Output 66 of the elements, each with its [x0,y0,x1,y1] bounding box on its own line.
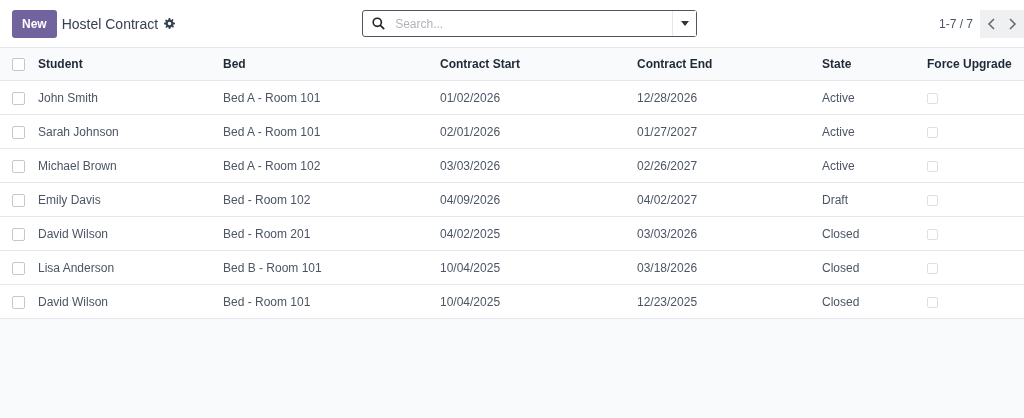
caret-icon [680,21,689,26]
table-cell: 04/02/2025 [440,226,501,241]
new-button[interactable]: New [12,9,57,38]
table-cell: 04/02/2027 [637,192,698,207]
table-cell: Active [822,124,855,139]
table-cell: 03/03/2026 [637,226,698,241]
column-header[interactable]: Contract End [637,57,713,71]
table-cell: Bed - Room 102 [223,192,311,207]
row-checkbox[interactable] [12,193,25,207]
chevron-right-icon [1009,17,1017,30]
table-cell: Bed A - Room 102 [223,158,321,173]
table-cell: 12/23/2025 [637,294,698,309]
table-cell: Bed A - Room 101 [223,90,321,105]
table-cell: Active [822,90,855,105]
table-cell: Bed - Room 101 [223,294,311,309]
pager-value: 1-7 / 7 [938,16,973,31]
table-cell: Closed [822,260,860,275]
table-cell: Michael Brown [38,158,117,173]
row-checkbox[interactable] [12,159,25,173]
table-cell: 01/02/2026 [440,90,501,105]
column-header[interactable]: Contract Start [440,57,520,71]
table-row[interactable]: Michael Brown Bed A - Room 102 03/03/2026 02/26/2027 Active [0,148,1024,183]
search-icon [372,17,386,30]
search-field[interactable]: Search... [362,10,698,37]
table-cell: Closed [822,294,860,309]
table-cell: 10/04/2025 [440,260,501,275]
table-cell: 04/09/2026 [440,192,501,207]
table-cell: Bed - Room 201 [223,226,311,241]
table-cell: Lisa Anderson [38,260,115,275]
column-header[interactable]: State [822,57,852,71]
table-cell: Bed B - Room 101 [223,260,322,275]
table-row[interactable]: Emily Davis Bed - Room 102 04/09/2026 04/02/2027 Draft [0,182,1024,217]
table-cell: 12/28/2026 [637,90,698,105]
table-cell: 02/26/2027 [637,158,698,173]
table-row[interactable]: Lisa Anderson Bed B - Room 101 10/04/2025 03/18/2026 Closed [0,250,1024,285]
page-title: Hostel Contract [61,15,159,32]
row-checkbox[interactable] [12,227,25,241]
table-cell: Draft [822,192,848,207]
chevron-left-icon [987,17,995,30]
table-cell: Closed [822,226,860,241]
settings-icon[interactable] [164,18,176,29]
table-row[interactable]: David Wilson Bed - Room 101 10/04/2025 12/23/2025 Closed [0,284,1024,319]
table-cell: John Smith [38,90,99,105]
table-row[interactable]: Sarah Johnson Bed A - Room 101 02/01/2026 01/27/2027 Active [0,114,1024,149]
row-checkbox[interactable] [12,125,25,139]
table-cell: David Wilson [38,294,109,309]
search-input[interactable]: Search... [393,15,673,32]
table-cell: David Wilson [38,226,109,241]
table-cell: 02/01/2026 [440,124,501,139]
column-header[interactable]: Bed [223,57,246,71]
row-checkbox[interactable] [12,261,25,275]
table-cell: Sarah Johnson [38,124,119,139]
table-cell: 03/03/2026 [440,158,501,173]
table-cell: Emily Davis [38,192,101,207]
search-options-button[interactable] [672,11,697,36]
row-checkbox[interactable] [12,91,25,105]
column-header[interactable]: Student [38,57,83,71]
select-all-checkbox[interactable] [12,58,25,72]
table-cell: Bed A - Room 101 [223,124,321,139]
table-cell: 10/04/2025 [440,294,501,309]
table-cell: 03/18/2026 [637,260,698,275]
table-row[interactable]: John Smith Bed A - Room 101 01/02/2026 12/28/2026 Active [0,80,1024,115]
row-checkbox[interactable] [12,295,25,309]
table-cell: 01/27/2027 [637,124,698,139]
table-row[interactable]: David Wilson Bed - Room 201 04/02/2025 03/03/2026 Closed [0,216,1024,251]
table-cell: Active [822,158,855,173]
